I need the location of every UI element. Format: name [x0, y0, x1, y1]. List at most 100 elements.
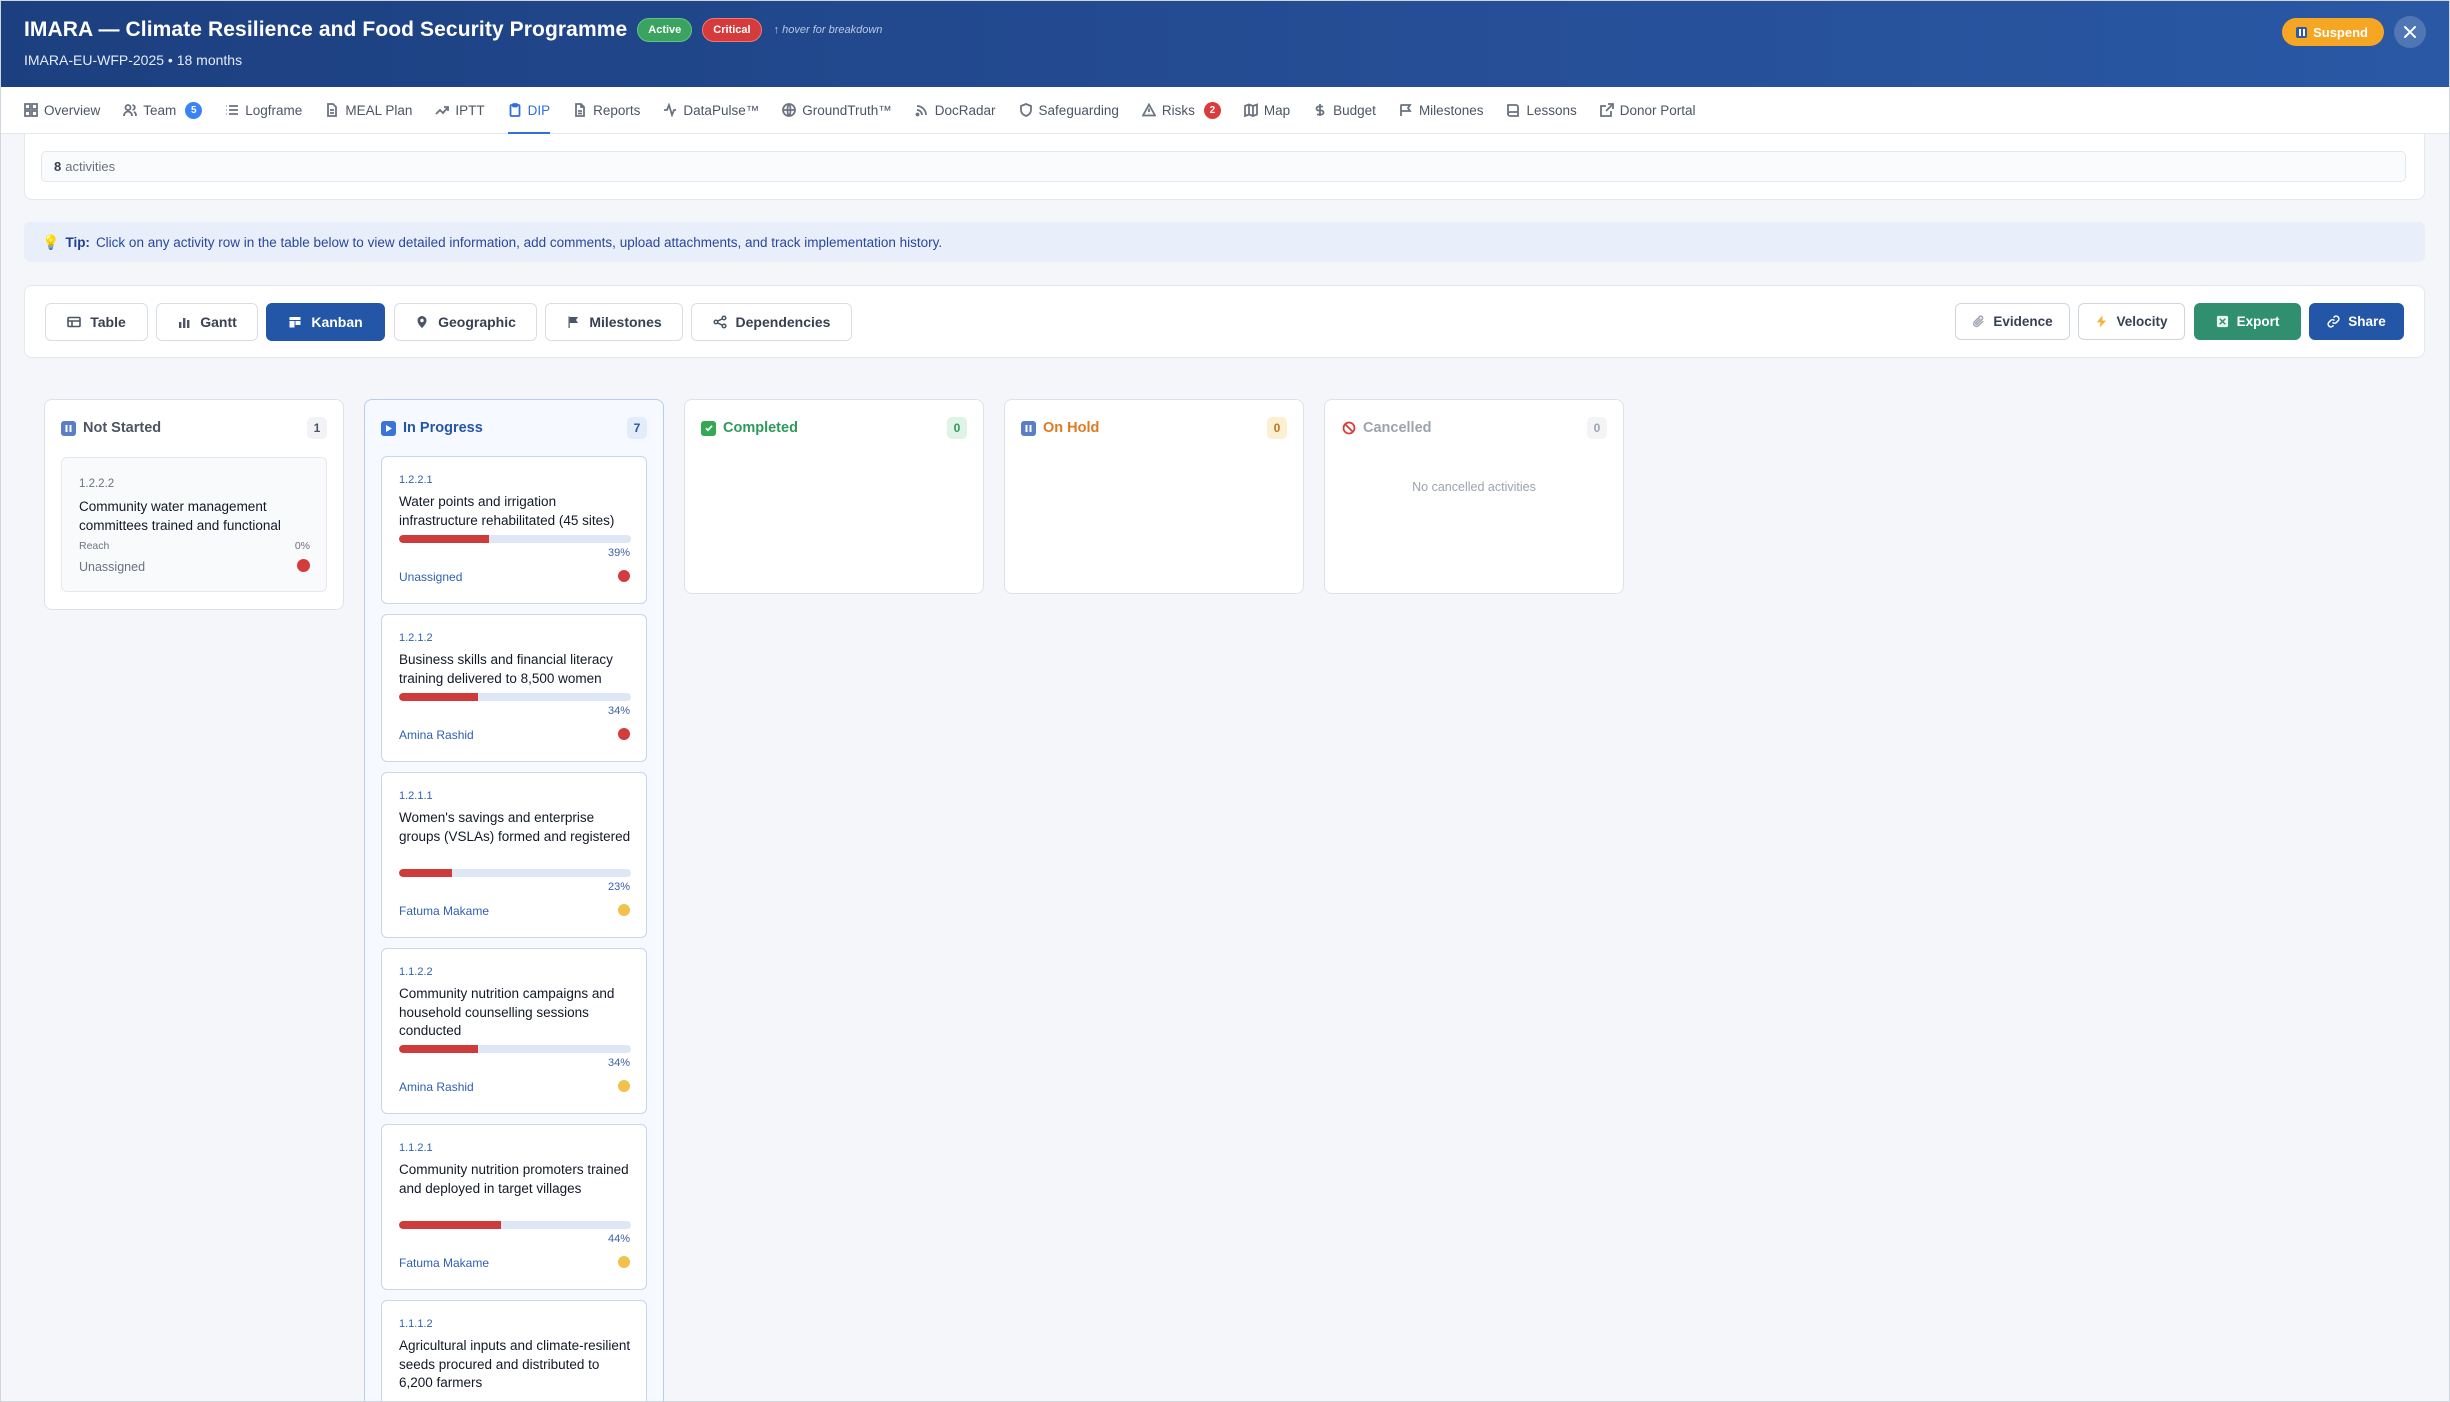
column-header: In Progress 7	[365, 400, 663, 456]
flag-icon	[1400, 104, 1412, 116]
activity-card[interactable]: 1.2.2.1 Water points and irrigation infr…	[381, 456, 647, 604]
velocity-button[interactable]: Velocity	[2078, 303, 2185, 340]
view-geographic-button[interactable]: Geographic	[394, 303, 537, 341]
column-header: Not Started 1	[45, 400, 343, 456]
table-icon	[67, 316, 82, 328]
tab-meal-plan[interactable]: MEAL Plan	[325, 87, 412, 134]
tab-budget[interactable]: Budget	[1313, 87, 1376, 134]
tab-label: IPTT	[455, 102, 485, 118]
activity-name: Business skills and financial literacy t…	[399, 652, 613, 686]
tab-label: Donor Portal	[1619, 102, 1696, 118]
column-header: Completed 0	[685, 400, 983, 456]
column-header: Cancelled 0	[1325, 400, 1623, 456]
tip-label: Tip:	[65, 234, 90, 250]
export-button[interactable]: Export	[2194, 303, 2301, 340]
kanban-column-cancelled: Cancelled 0 No cancelled activities	[1324, 399, 1624, 594]
risks-count-badge: 2	[1203, 101, 1221, 119]
kanban-column-in-progress: In Progress 7 1.2.2.1 Water points and i…	[364, 399, 664, 1402]
tab-label: Team	[143, 102, 177, 118]
tab-datapulse[interactable]: DataPulse™	[663, 87, 759, 134]
tab-donor-portal[interactable]: Donor Portal	[1599, 87, 1696, 134]
activity-code: 1.2.1.2	[399, 632, 433, 644]
suspend-button[interactable]: Suspend	[2282, 18, 2384, 46]
tab-bar: Overview Team 5 Logframe MEAL Plan IPTT …	[0, 87, 2450, 134]
activity-assignee: Fatuma Makame	[399, 1256, 490, 1270]
close-button[interactable]	[2394, 16, 2426, 48]
column-count: 1	[307, 417, 327, 439]
tab-lessons[interactable]: Lessons	[1506, 87, 1577, 134]
close-icon	[2404, 26, 2416, 38]
activity-assignee: Unassigned	[399, 570, 463, 584]
status-dot	[618, 1080, 630, 1092]
activity-card[interactable]: 1.2.2.2 Community water management commi…	[61, 457, 327, 592]
pulse-icon	[664, 103, 677, 117]
check-icon	[701, 420, 716, 436]
tab-groundtruth[interactable]: GroundTruth™	[782, 87, 892, 134]
share-button[interactable]: Share	[2309, 303, 2404, 340]
activity-code: 1.2.2.1	[399, 474, 433, 486]
evidence-button[interactable]: Evidence	[1955, 303, 2070, 340]
bar-chart-icon	[179, 318, 190, 328]
progress-bar	[399, 1045, 631, 1053]
external-link-icon	[1599, 103, 1614, 117]
grid-icon	[24, 103, 38, 117]
tab-milestones[interactable]: Milestones	[1399, 87, 1484, 134]
column-title: Cancelled	[1363, 420, 1432, 436]
warning-icon	[1141, 103, 1156, 117]
activity-card[interactable]: 1.2.1.2 Business skills and financial li…	[381, 614, 647, 762]
tab-label: Milestones	[1418, 102, 1484, 118]
progress-fill	[399, 1221, 502, 1229]
progress-bar	[399, 535, 631, 543]
kanban-column-completed: Completed 0	[684, 399, 984, 594]
activities-summary: 8 activities	[41, 151, 2406, 182]
tab-dip[interactable]: DIP	[507, 87, 550, 134]
tab-docradar[interactable]: DocRadar	[915, 87, 996, 134]
map-icon	[1243, 103, 1258, 117]
pause-icon	[2296, 26, 2308, 38]
tab-safeguarding[interactable]: Safeguarding	[1019, 87, 1119, 134]
tab-overview[interactable]: Overview	[24, 87, 100, 134]
lightbulb-icon: 💡	[42, 233, 60, 250]
tab-label: Logframe	[245, 102, 303, 118]
tab-map[interactable]: Map	[1243, 87, 1290, 134]
tab-logframe[interactable]: Logframe	[225, 87, 302, 134]
share-label: Share	[2348, 314, 2386, 329]
status-badge: Active	[637, 18, 693, 42]
trend-icon	[435, 106, 450, 115]
prohibited-icon	[1341, 421, 1356, 436]
activity-assignee: Amina Rashid	[399, 1080, 474, 1094]
project-header: IMARA — Climate Resilience and Food Secu…	[0, 0, 2450, 87]
suspend-label: Suspend	[2313, 24, 2368, 40]
risk-badge[interactable]: Critical	[702, 18, 762, 42]
progress-percent: 44%	[607, 1233, 630, 1245]
progress-fill	[399, 1045, 478, 1053]
activity-code: 1.1.2.2	[399, 966, 433, 978]
status-dot	[618, 570, 630, 582]
tab-team[interactable]: Team 5	[123, 87, 203, 134]
tab-iptt[interactable]: IPTT	[435, 87, 485, 134]
activity-card[interactable]: 1.2.1.1 Women's savings and enterprise g…	[381, 772, 647, 938]
view-table-button[interactable]: Table	[45, 303, 148, 341]
activity-assignee: Amina Rashid	[399, 728, 474, 742]
tab-label: Safeguarding	[1038, 102, 1119, 118]
view-label: Geographic	[438, 314, 516, 330]
status-dot	[618, 904, 630, 916]
tab-reports[interactable]: Reports	[573, 87, 640, 134]
status-dot	[297, 559, 310, 572]
view-gantt-button[interactable]: Gantt	[156, 303, 258, 341]
view-dependencies-button[interactable]: Dependencies	[691, 303, 852, 341]
clipboard-icon	[509, 103, 521, 117]
tab-risks[interactable]: Risks 2	[1141, 87, 1221, 134]
tab-label: GroundTruth™	[802, 102, 892, 118]
activity-code: 1.2.1.1	[399, 790, 433, 802]
activity-assignee: Fatuma Makame	[399, 904, 490, 918]
tab-label: DataPulse™	[683, 102, 760, 118]
column-count: 0	[947, 417, 967, 439]
view-milestones-button[interactable]: Milestones	[545, 303, 683, 341]
activity-card[interactable]: 1.1.1.2 Agricultural inputs and climate-…	[381, 1300, 647, 1402]
activity-card[interactable]: 1.1.2.2 Community nutrition campaigns an…	[381, 948, 647, 1114]
progress-bar	[399, 869, 631, 877]
view-kanban-button[interactable]: Kanban	[266, 303, 385, 341]
activity-card[interactable]: 1.1.2.1 Community nutrition promoters tr…	[381, 1124, 647, 1290]
progress-bar	[399, 1221, 631, 1229]
